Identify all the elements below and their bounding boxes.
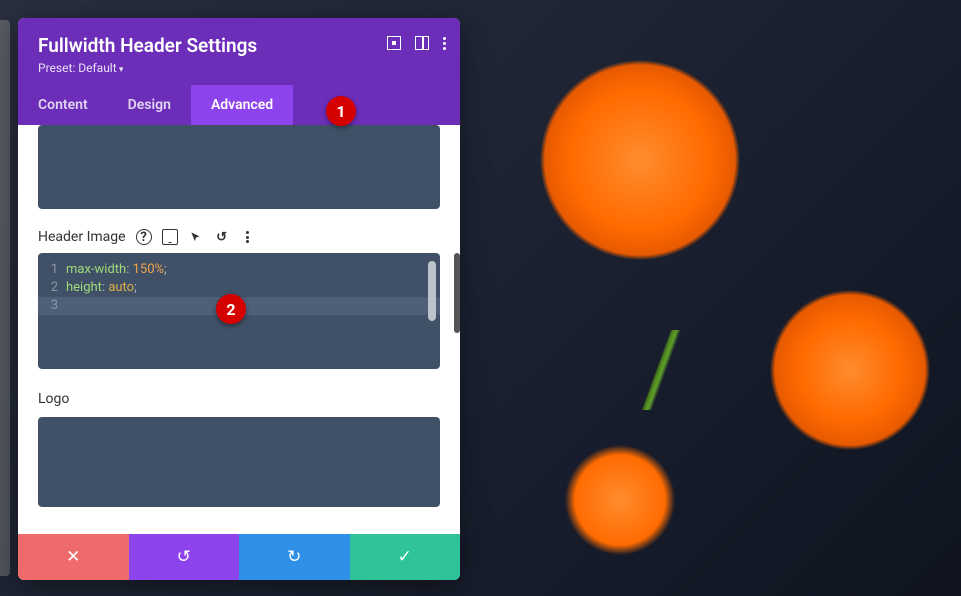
header-icon-row xyxy=(387,36,446,50)
gutter-line: 1 xyxy=(38,261,66,279)
responsive-icon[interactable] xyxy=(162,229,178,245)
panel-header: Fullwidth Header Settings Preset: Defaul… xyxy=(18,18,460,85)
logo-section-row: Logo xyxy=(38,391,440,407)
tab-advanced[interactable]: Advanced xyxy=(191,85,293,125)
panel-footer: ✕ ↺ ↻ ✓ xyxy=(18,534,460,580)
redo-button[interactable]: ↻ xyxy=(239,534,350,580)
logo-label: Logo xyxy=(38,391,69,407)
cancel-button[interactable]: ✕ xyxy=(18,534,129,580)
close-icon: ✕ xyxy=(66,547,80,567)
header-image-label: Header Image xyxy=(38,229,126,245)
callout-2: 2 xyxy=(216,294,246,324)
tab-content[interactable]: Content xyxy=(18,85,108,125)
logo-css-field[interactable] xyxy=(38,417,440,507)
callout-1: 1 xyxy=(326,96,356,126)
editor-scrollbar[interactable] xyxy=(428,261,436,321)
tab-bar: Content Design Advanced xyxy=(18,85,460,125)
columns-icon[interactable] xyxy=(415,36,429,50)
prev-css-field[interactable] xyxy=(38,125,440,209)
field-options-icon[interactable] xyxy=(240,229,256,245)
help-icon[interactable]: ? xyxy=(136,229,152,245)
redo-icon: ↻ xyxy=(287,547,301,567)
undo-button[interactable]: ↺ xyxy=(129,534,240,580)
body-scrollbar[interactable] xyxy=(454,253,460,333)
reset-icon[interactable]: ↺ xyxy=(214,229,230,245)
tab-design[interactable]: Design xyxy=(108,85,191,125)
code-line-2[interactable]: height: auto; xyxy=(66,279,440,297)
save-button[interactable]: ✓ xyxy=(350,534,461,580)
more-menu-icon[interactable] xyxy=(443,37,446,50)
hover-icon[interactable] xyxy=(188,229,204,245)
left-edge-strip xyxy=(0,20,10,576)
preset-selector[interactable]: Preset: Default xyxy=(38,61,440,75)
gutter-line: 3 xyxy=(38,297,66,315)
expand-icon[interactable] xyxy=(387,36,401,50)
code-line-1[interactable]: max-width: 150%; xyxy=(66,261,440,279)
code-line-3[interactable] xyxy=(66,297,440,315)
gutter-line: 2 xyxy=(38,279,66,297)
check-icon: ✓ xyxy=(398,547,412,567)
panel-title: Fullwidth Header Settings xyxy=(38,34,440,57)
field-toolbar: ? ↺ xyxy=(136,229,256,245)
header-image-section-row: Header Image ? ↺ xyxy=(38,229,440,245)
panel-body[interactable]: Header Image ? ↺ 1 max-width: 150%; 2 xyxy=(18,125,460,534)
undo-icon: ↺ xyxy=(177,547,191,567)
